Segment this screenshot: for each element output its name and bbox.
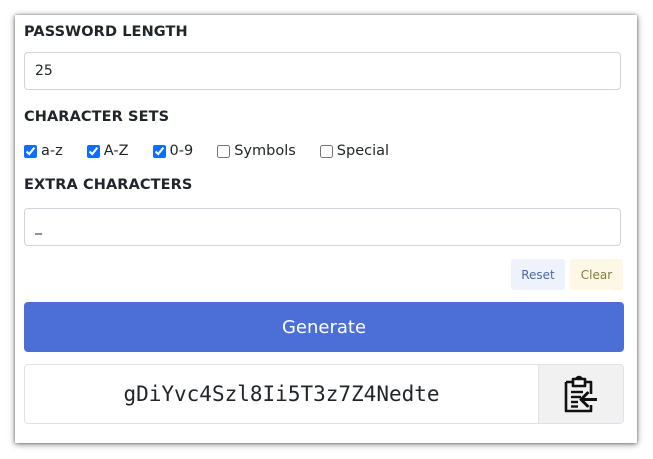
charset-label-uppercase: A-Z <box>103 143 129 159</box>
password-length-input[interactable] <box>24 52 621 90</box>
charset-option-special[interactable]: Special <box>319 143 390 159</box>
charset-checkbox-uppercase[interactable] <box>86 144 100 158</box>
charset-option-symbols[interactable]: Symbols <box>217 143 296 159</box>
character-set-options: a-z A-Z 0-9 Symbols Special <box>24 141 413 161</box>
charset-checkbox-digits[interactable] <box>152 144 166 158</box>
charset-checkbox-lowercase[interactable] <box>24 144 37 158</box>
charset-label-digits: 0-9 <box>169 143 194 159</box>
password-generator-panel: PASSWORD LENGTH CHARACTER SETS a-z A-Z 0… <box>15 15 637 443</box>
password-length-label: PASSWORD LENGTH <box>24 24 188 40</box>
clipboard-copy-icon <box>562 374 600 414</box>
generated-password-field[interactable] <box>25 365 538 423</box>
password-output-group <box>24 364 624 424</box>
charset-label-special: Special <box>336 143 390 159</box>
charset-option-uppercase[interactable]: A-Z <box>86 143 129 159</box>
extra-characters-label: EXTRA CHARACTERS <box>24 177 193 193</box>
clear-button[interactable]: Clear <box>570 259 623 290</box>
charset-checkbox-special[interactable] <box>319 144 333 158</box>
generate-button[interactable]: Generate <box>24 302 624 352</box>
reset-button[interactable]: Reset <box>511 259 565 290</box>
charset-option-lowercase[interactable]: a-z <box>24 143 63 159</box>
charset-option-digits[interactable]: 0-9 <box>152 143 194 159</box>
charset-label-symbols: Symbols <box>234 143 296 159</box>
copy-to-clipboard-button[interactable] <box>538 365 623 423</box>
charset-checkbox-symbols[interactable] <box>217 144 231 158</box>
extra-characters-input[interactable] <box>24 208 621 246</box>
charset-label-lowercase: a-z <box>41 143 63 159</box>
character-sets-label: CHARACTER SETS <box>24 109 170 125</box>
